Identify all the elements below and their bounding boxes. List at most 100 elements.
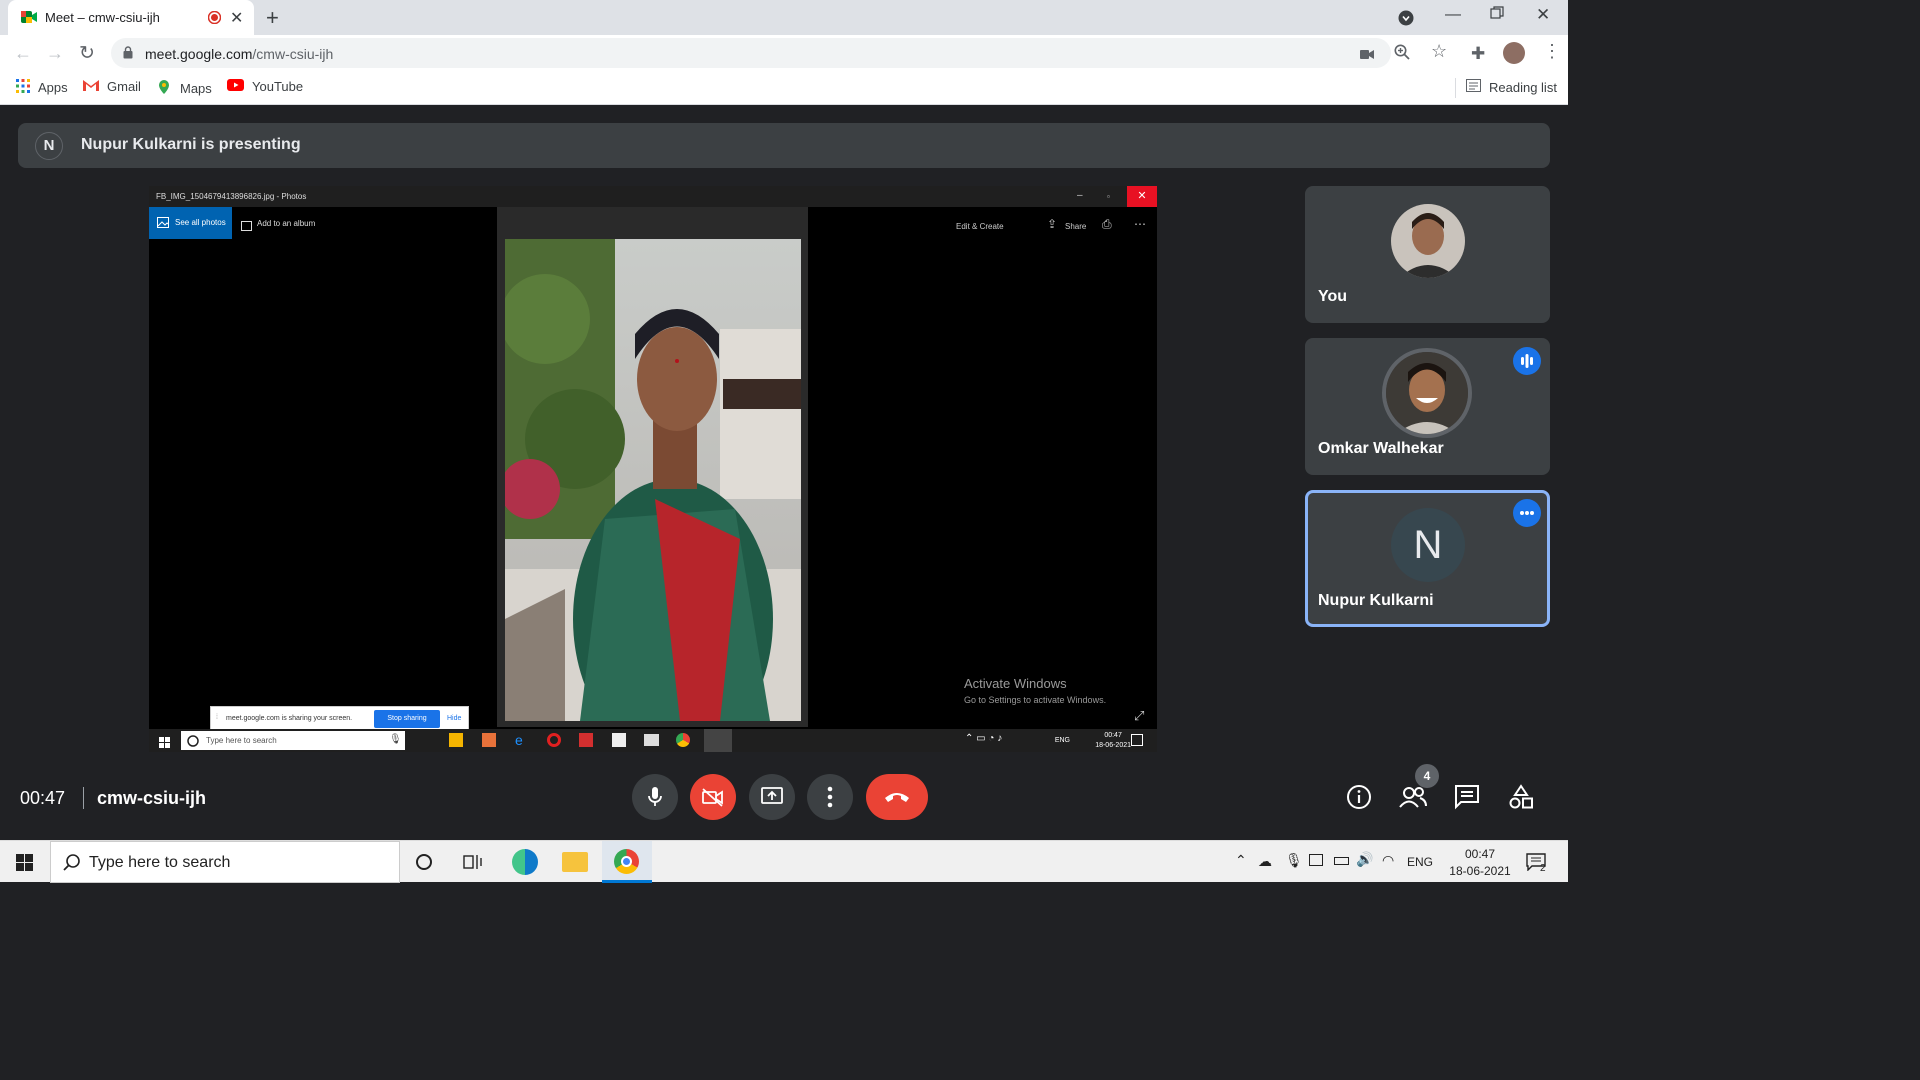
camera-button[interactable] xyxy=(690,774,736,820)
gmail-icon xyxy=(83,79,99,94)
extensions-icon[interactable]: ✚ xyxy=(1471,44,1485,64)
task-view-icon[interactable] xyxy=(463,852,483,877)
shared-edge-icon: e xyxy=(515,732,523,748)
screen-sharing-bar: ⁞ meet.google.com is sharing your screen… xyxy=(210,706,469,730)
meeting-code: cmw-csiu-ijh xyxy=(97,788,207,808)
edge-icon[interactable] xyxy=(512,849,538,875)
bookmark-apps[interactable]: Apps xyxy=(16,79,68,96)
profile-avatar[interactable] xyxy=(1503,42,1525,64)
chrome-menu-icon[interactable]: ⋮ xyxy=(1543,41,1561,62)
photos-icon xyxy=(157,217,169,230)
back-icon[interactable]: ← xyxy=(14,43,32,64)
cortana-icon[interactable] xyxy=(415,853,433,876)
photos-close-icon: ✕ xyxy=(1127,186,1157,207)
tab-close-icon[interactable]: ✕ xyxy=(230,8,243,28)
participant-tile-nupur[interactable]: N Nupur Kulkarni xyxy=(1305,490,1550,627)
shared-lang: ENG xyxy=(1054,737,1070,744)
shared-filezilla-icon xyxy=(579,733,593,747)
shared-photos-taskbar-icon xyxy=(704,729,732,752)
minimize-icon[interactable]: — xyxy=(1445,6,1461,24)
reload-icon[interactable]: ↻ xyxy=(79,42,95,65)
participant-tile-you[interactable]: You xyxy=(1305,186,1550,323)
network-icon[interactable]: ◠ xyxy=(1382,852,1394,869)
shared-app-icon xyxy=(482,733,496,747)
zoom-icon[interactable] xyxy=(1394,44,1410,65)
activities-icon[interactable] xyxy=(1507,783,1535,811)
reading-list-label: Reading list xyxy=(1489,79,1557,95)
clock-date: 18-06-2021 xyxy=(1449,864,1511,878)
chat-icon[interactable] xyxy=(1453,783,1481,811)
shared-chrome-icon xyxy=(676,733,690,747)
recording-icon xyxy=(207,10,222,29)
volume-icon[interactable]: 🔊 xyxy=(1356,851,1373,868)
reading-list[interactable]: Reading list xyxy=(1466,79,1557,95)
shared-opera-icon xyxy=(547,733,561,747)
meet-main: N Nupur Kulkarni is presenting FB_IMG_15… xyxy=(0,105,1568,840)
participant-name: Omkar Walhekar xyxy=(1318,440,1444,457)
taskbar-clock[interactable]: 00:47 18-06-2021 xyxy=(1440,846,1520,880)
tray-display-icon[interactable] xyxy=(1309,854,1323,866)
shared-screen: FB_IMG_1504679413896826.jpg - Photos – ▫… xyxy=(149,186,1157,752)
speaking-indicator-icon xyxy=(1513,347,1541,375)
taskbar-search-icon xyxy=(63,853,81,876)
presenting-banner: N Nupur Kulkarni is presenting xyxy=(18,123,1550,168)
shared-search-box: Type here to search 🎙 xyxy=(181,731,405,750)
camera-in-use-icon[interactable] xyxy=(1360,47,1374,65)
restore-icon[interactable] xyxy=(1490,6,1504,25)
shared-cortana-icon xyxy=(187,734,199,752)
apps-grid-icon xyxy=(16,79,30,96)
url-domain: meet.google.com xyxy=(145,46,253,62)
meeting-details-icon[interactable] xyxy=(1345,783,1373,811)
shared-notification-icon xyxy=(1131,734,1143,746)
photos-restore-icon: ▫ xyxy=(1107,192,1110,201)
more-options-icon[interactable] xyxy=(1513,499,1541,527)
bookmark-maps-label: Maps xyxy=(180,81,212,96)
bookmark-youtube[interactable]: YouTube xyxy=(227,79,303,94)
avatar xyxy=(1391,204,1465,278)
forward-icon[interactable]: → xyxy=(46,43,64,64)
windows-start-icon[interactable] xyxy=(16,854,33,876)
mic-button[interactable] xyxy=(632,774,678,820)
add-to-album-label: Add to an album xyxy=(257,219,316,228)
new-tab-icon[interactable]: + xyxy=(266,5,279,31)
chrome-taskbar-button[interactable] xyxy=(602,841,652,883)
url-text: meet.google.com/cmw-csiu-ijh xyxy=(145,46,333,62)
end-call-button[interactable] xyxy=(866,774,928,820)
avatar-initial: N xyxy=(1391,508,1465,582)
onedrive-icon[interactable]: ☁ xyxy=(1258,853,1272,870)
present-screen-icon xyxy=(761,787,783,804)
participant-name: You xyxy=(1318,288,1348,305)
photos-minimize-icon: – xyxy=(1077,190,1083,201)
clock-time: 00:47 xyxy=(1464,847,1496,861)
lock-icon xyxy=(123,46,133,64)
language-indicator[interactable]: ENG xyxy=(1407,855,1433,869)
maps-icon xyxy=(156,79,172,98)
more-vert-icon xyxy=(827,786,833,808)
tab-search-icon[interactable] xyxy=(1398,10,1414,31)
notification-count: 2 xyxy=(1540,863,1546,874)
activate-title: Activate Windows xyxy=(964,676,1067,691)
avatar xyxy=(1382,348,1472,438)
more-options-button[interactable] xyxy=(807,774,853,820)
shared-clock-time: 00:47 xyxy=(1104,732,1122,739)
photos-more-icon: ⋯ xyxy=(1134,217,1146,231)
shared-clock: 00:47 18-06-2021 xyxy=(1095,731,1131,751)
edit-create-label: Edit & Create xyxy=(956,222,1004,231)
battery-icon[interactable] xyxy=(1334,857,1349,865)
bookmark-star-icon[interactable]: ☆ xyxy=(1431,41,1447,62)
hang-up-icon xyxy=(885,793,909,802)
bookmark-gmail[interactable]: Gmail xyxy=(83,79,141,94)
browser-tabstrip: Meet – cmw-csiu-ijh ✕ + — ✕ xyxy=(0,0,1568,35)
bookmark-maps[interactable]: Maps xyxy=(156,79,212,98)
shared-store-icon xyxy=(612,733,626,747)
file-explorer-icon[interactable] xyxy=(562,852,588,872)
window-close-icon[interactable]: ✕ xyxy=(1536,5,1550,25)
tray-chevron-icon[interactable]: ⌃ xyxy=(1235,852,1247,869)
tray-mic-icon[interactable]: 🎙 xyxy=(1285,852,1303,869)
present-button[interactable] xyxy=(749,774,795,820)
address-bar[interactable]: meet.google.com/cmw-csiu-ijh ☆ xyxy=(111,38,1447,68)
browser-tab-meet[interactable]: Meet – cmw-csiu-ijh ✕ xyxy=(8,0,254,35)
taskbar-search-box[interactable]: Type here to search xyxy=(50,841,400,883)
participant-tile-omkar[interactable]: Omkar Walhekar xyxy=(1305,338,1550,475)
reading-list-icon xyxy=(1466,79,1481,95)
